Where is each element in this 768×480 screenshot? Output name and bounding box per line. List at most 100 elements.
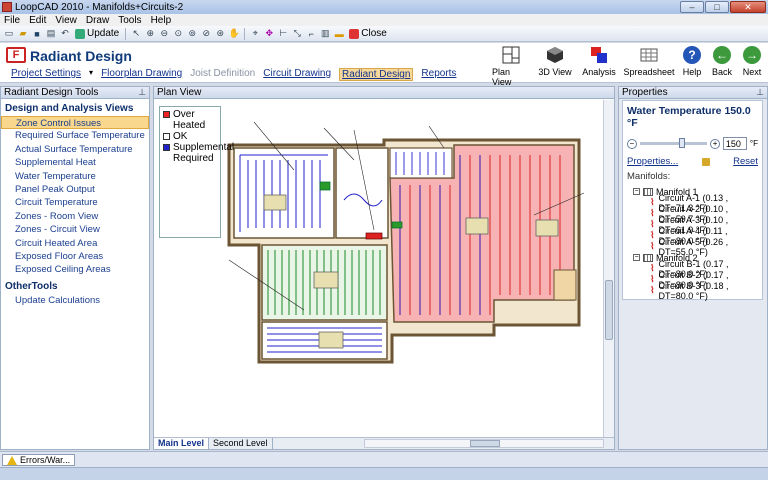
- analysis-button[interactable]: Analysis: [580, 45, 618, 77]
- 3d-view-button[interactable]: 3D View: [536, 45, 574, 77]
- menu-help[interactable]: Help: [151, 15, 172, 26]
- minimize-button[interactable]: –: [680, 1, 704, 13]
- link-floorplan-drawing[interactable]: Floorplan Drawing: [101, 68, 182, 81]
- properties-link[interactable]: Properties...: [627, 156, 678, 167]
- tool-zones-circuit-view[interactable]: Zones - Circuit View: [1, 223, 149, 236]
- circuit-loop-icon: ⌇: [650, 241, 655, 251]
- help-button[interactable]: ? Help: [680, 45, 704, 77]
- back-button[interactable]: ← Back: [710, 45, 734, 77]
- undo-icon[interactable]: ↶: [59, 28, 71, 40]
- spreadsheet-icon: [639, 45, 659, 65]
- plan-canvas[interactable]: Over Heated OK Supplemental Required: [154, 100, 604, 439]
- pin-icon[interactable]: ⊥: [138, 87, 146, 98]
- link-reports[interactable]: Reports: [421, 68, 456, 81]
- tab-main-level[interactable]: Main Level: [154, 438, 210, 449]
- increase-button[interactable]: +: [710, 138, 720, 149]
- tool-supplemental-heat[interactable]: Supplemental Heat: [1, 156, 149, 169]
- app-icon: [2, 2, 12, 12]
- circuit-loop-icon: ⌇: [650, 197, 655, 207]
- maximize-button[interactable]: □: [705, 1, 729, 13]
- snap-icon[interactable]: ⌖: [249, 28, 261, 40]
- menu-draw[interactable]: Draw: [86, 15, 109, 26]
- legend-item-ok: OK: [163, 131, 217, 142]
- tool-actual-surface-temperature[interactable]: Actual Surface Temperature: [1, 143, 149, 156]
- select-arrow-icon[interactable]: ↖: [130, 28, 142, 40]
- tool-zone-control-issues[interactable]: Zone Control Issues: [1, 116, 149, 130]
- link-radiant-design[interactable]: Radiant Design: [339, 68, 414, 81]
- zoom-all-icon[interactable]: ⊛: [214, 28, 226, 40]
- tree-circuit[interactable]: ⌇ Circuit B-3 (0.18 , DT=80.0 °F): [649, 281, 758, 301]
- menu-edit[interactable]: Edit: [29, 15, 46, 26]
- dropdown-arrow-icon[interactable]: ▾: [89, 68, 93, 81]
- open-folder-icon[interactable]: ▰: [17, 28, 29, 40]
- save-icon[interactable]: ■: [31, 28, 43, 40]
- pin-icon[interactable]: ⊥: [756, 87, 764, 98]
- close-button[interactable]: Close: [347, 28, 389, 39]
- manifold-icon: [643, 187, 653, 196]
- legend-item-over-heated: Over Heated: [163, 109, 217, 131]
- tool-exposed-ceiling-areas[interactable]: Exposed Ceiling Areas: [1, 263, 149, 276]
- bottom-strip: [0, 467, 768, 480]
- zoom-window-icon[interactable]: ⊙: [172, 28, 184, 40]
- tool-required-surface-temperature[interactable]: Required Surface Temperature: [1, 129, 149, 142]
- zoom-extents-icon[interactable]: ⊚: [186, 28, 198, 40]
- help-label: Help: [682, 67, 702, 77]
- zoom-previous-icon[interactable]: ⊘: [200, 28, 212, 40]
- link-project-settings[interactable]: Project Settings: [11, 68, 81, 81]
- legend-label: OK: [173, 131, 188, 142]
- collapse-icon[interactable]: −: [633, 254, 640, 261]
- workflow-links: Project Settings ▾ Floorplan Drawing Joi…: [11, 68, 456, 81]
- decrease-button[interactable]: −: [627, 138, 637, 149]
- stretch-icon[interactable]: ⤡: [291, 28, 303, 40]
- move-icon[interactable]: ✥: [263, 28, 275, 40]
- trim-icon[interactable]: ⌐: [305, 28, 317, 40]
- menu-view[interactable]: View: [55, 15, 77, 26]
- update-button[interactable]: Update: [73, 28, 121, 39]
- close-window-button[interactable]: ✕: [730, 1, 766, 13]
- tool-circuit-temperature[interactable]: Circuit Temperature: [1, 196, 149, 209]
- pan-hand-icon[interactable]: ✋: [228, 28, 240, 40]
- menu-file[interactable]: File: [4, 15, 20, 26]
- temperature-slider[interactable]: [639, 138, 708, 148]
- horizontal-scrollbar[interactable]: [364, 439, 604, 448]
- scroll-thumb[interactable]: [470, 440, 500, 447]
- new-file-icon[interactable]: ▭: [3, 28, 15, 40]
- vertical-scrollbar[interactable]: [603, 100, 614, 439]
- tool-water-temperature[interactable]: Water Temperature: [1, 170, 149, 183]
- reset-link[interactable]: Reset: [733, 156, 758, 167]
- next-button[interactable]: → Next: [740, 45, 764, 77]
- dimension-icon[interactable]: ⊢: [277, 28, 289, 40]
- tree-circuit[interactable]: ⌇ Circuit A-5 (0.26 , DT=55.0 °F): [649, 237, 758, 257]
- tab-second-level[interactable]: Second Level: [209, 438, 273, 449]
- collapse-icon[interactable]: −: [633, 188, 640, 195]
- unit-label: °F: [749, 139, 759, 148]
- print-icon[interactable]: ▤: [45, 28, 57, 40]
- errors-warnings-tab[interactable]: Errors/War...: [2, 454, 76, 466]
- layer-icon[interactable]: ▥: [319, 28, 331, 40]
- tool-panel-peak-output[interactable]: Panel Peak Output: [1, 183, 149, 196]
- tool-zones-room-view[interactable]: Zones - Room View: [1, 210, 149, 223]
- spreadsheet-button[interactable]: Spreadsheet: [623, 45, 675, 77]
- toolbar: ▭ ▰ ■ ▤ ↶ Update ↖ ⊕ ⊖ ⊙ ⊚ ⊘ ⊛ ✋ ⌖ ✥ ⊢ ⤡…: [0, 26, 768, 42]
- title-bar: LoopCAD 2010 - Manifolds+Circuits-2 – □ …: [0, 0, 768, 14]
- temperature-input[interactable]: [722, 137, 747, 150]
- zoom-out-icon[interactable]: ⊖: [158, 28, 170, 40]
- menu-tools[interactable]: Tools: [118, 15, 141, 26]
- legend-label: Over Heated: [173, 109, 206, 131]
- slider-thumb[interactable]: [679, 138, 686, 148]
- tool-update-calculations[interactable]: Update Calculations: [1, 294, 149, 307]
- close-label: Close: [361, 28, 387, 39]
- highlight-icon[interactable]: ▬: [333, 28, 345, 40]
- tool-circuit-heated-area[interactable]: Circuit Heated Area: [1, 237, 149, 250]
- scroll-thumb[interactable]: [605, 280, 613, 340]
- zoom-in-icon[interactable]: ⊕: [144, 28, 156, 40]
- plan-view-button[interactable]: Plan View: [492, 45, 530, 87]
- analysis-label: Analysis: [582, 67, 616, 77]
- tool-exposed-floor-areas[interactable]: Exposed Floor Areas: [1, 250, 149, 263]
- link-circuit-drawing[interactable]: Circuit Drawing: [263, 68, 331, 81]
- lock-icon[interactable]: [701, 157, 710, 166]
- circuit-loop-icon: ⌇: [650, 285, 655, 295]
- section-heading: OtherTools: [5, 280, 58, 292]
- panel-title: Properties: [622, 87, 668, 98]
- supplemental-swatch: [163, 144, 170, 151]
